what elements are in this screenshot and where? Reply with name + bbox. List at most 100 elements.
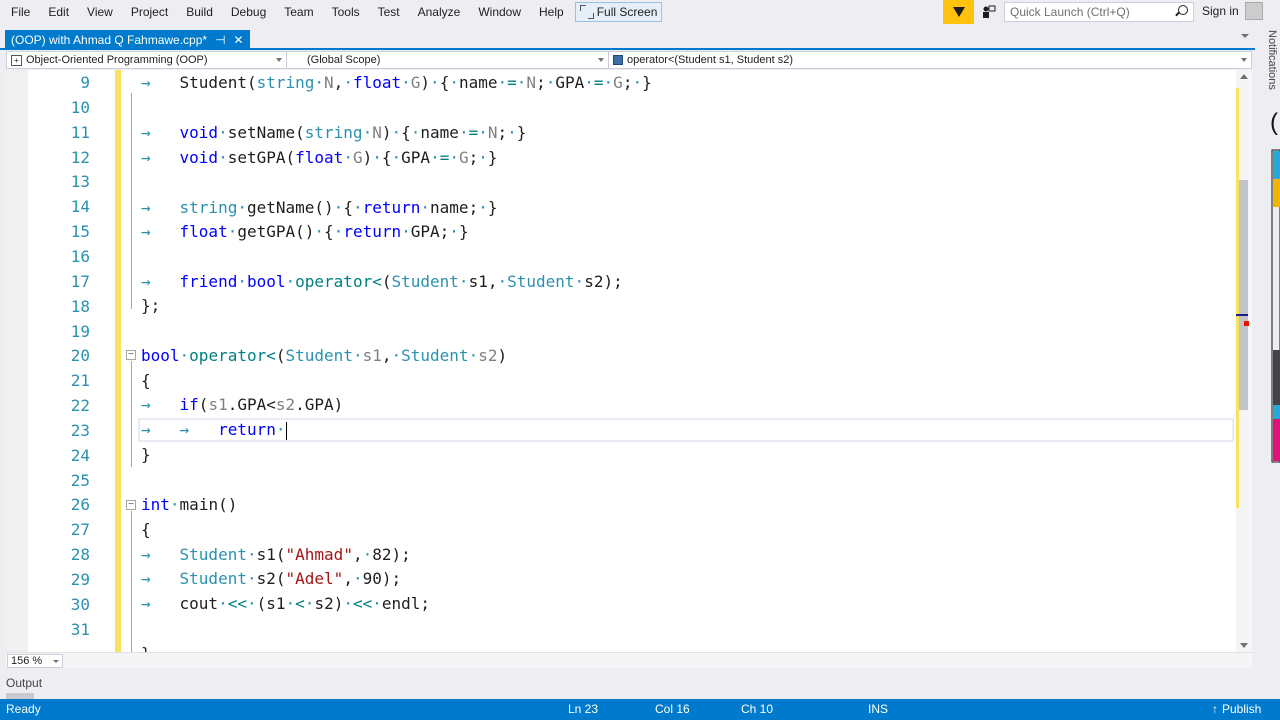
menu-team[interactable]: Team [275, 1, 322, 23]
line-number: 21 [70, 371, 90, 390]
menu-file[interactable]: File [2, 1, 39, 23]
filter-icon [952, 7, 965, 17]
line-number: 31 [70, 620, 90, 639]
sign-in-link[interactable]: Sign in [1202, 4, 1239, 18]
code-line: } [141, 641, 151, 652]
code-line: { [141, 520, 151, 539]
avatar[interactable] [1245, 2, 1263, 20]
line-number: 20 [70, 346, 90, 365]
code-line: → Student·s1("Ahmad",·82); [141, 545, 411, 564]
indicator-margin [6, 70, 28, 652]
document-tab[interactable]: (OOP) with Ahmad Q Fahmawe.cpp* ⊣ ✕ [5, 30, 250, 50]
line-number: 22 [70, 396, 90, 415]
output-panel-title[interactable]: Output [6, 676, 42, 690]
menu-build[interactable]: Build [177, 1, 222, 23]
menu-window[interactable]: Window [469, 1, 530, 23]
code-line: → void·setName(string·N)·{·name·=·N;·} [141, 123, 527, 142]
pin-icon[interactable]: ⊣ [215, 33, 225, 47]
project-icon: + [11, 54, 22, 66]
line-number: 17 [70, 272, 90, 291]
code-line: { [141, 371, 151, 390]
notifications-panel-tab[interactable]: Notifications [1258, 30, 1278, 120]
thumbnail-strip: ( [1270, 110, 1280, 463]
outline-guide [131, 361, 132, 467]
publish-button[interactable]: ↑ Publish [1212, 702, 1261, 716]
feedback-icon[interactable] [982, 5, 996, 19]
status-insert-mode: INS [868, 702, 889, 716]
code-line: → Student(string·N,·float·G)·{·name·=·N;… [141, 73, 652, 92]
collapse-toggle-operator[interactable]: − [126, 350, 136, 360]
tab-overflow-dropdown-icon[interactable] [1241, 34, 1249, 38]
code-line: → → return· [141, 420, 287, 440]
scroll-down-icon[interactable] [1240, 643, 1248, 648]
line-number: 26 [70, 495, 90, 514]
line-number: 18 [70, 297, 90, 316]
line-number: 9 [80, 73, 90, 92]
outline-guide [131, 511, 132, 652]
vertical-scrollbar[interactable] [1236, 70, 1252, 652]
status-ready: Ready [6, 702, 41, 716]
code-editor[interactable]: 9 10 11 12 13 14 15 16 17 18 19 20 21 22 23 24 25 26 27 28 2… [6, 70, 1252, 652]
menu-view[interactable]: View [78, 1, 122, 23]
code-line: → Student·s2("Adel",·90); [141, 569, 402, 588]
caret-position-marker [1236, 314, 1248, 316]
scope-dropdown[interactable]: (Global Scope) [287, 52, 609, 68]
code-line: → void·setGPA(float·G)·{·GPA·=·G;·} [141, 148, 498, 167]
scope-dropdown-value: (Global Scope) [307, 54, 381, 66]
collapse-toggle-main[interactable]: − [126, 500, 136, 510]
line-number: 14 [70, 197, 90, 216]
line-number: 29 [70, 570, 90, 589]
scrollbar-thumb[interactable] [1239, 180, 1248, 410]
publish-label: Publish [1222, 702, 1262, 716]
menu-project[interactable]: Project [122, 1, 177, 23]
line-number: 23 [70, 421, 90, 440]
code-line: → string·getName()·{·return·name;·} [141, 198, 498, 217]
line-number: 19 [70, 322, 90, 341]
code-line: → cout·<<·(s1·<·s2)·<<·endl; [141, 594, 431, 613]
menu-debug[interactable]: Debug [222, 1, 275, 23]
member-function-icon [613, 55, 623, 65]
document-tab-title: (OOP) with Ahmad Q Fahmawe.cpp* [11, 33, 208, 47]
arrow-up-icon: ↑ [1212, 702, 1218, 716]
line-number: 13 [70, 172, 90, 191]
code-line: → float·getGPA()·{·return·GPA;·} [141, 222, 469, 241]
line-number: 10 [70, 98, 90, 117]
code-line: bool·operator<(Student·s1,·Student·s2) [141, 346, 508, 365]
status-column: Col 16 [655, 702, 690, 716]
code-line: }; [141, 296, 161, 315]
status-line: Ln 23 [568, 702, 599, 716]
status-bar: Ready Ln 23 Col 16 Ch 10 INS ↑ Publish [0, 699, 1280, 720]
svg-text:(: ( [1270, 110, 1278, 136]
menu-edit[interactable]: Edit [39, 1, 78, 23]
line-number: 24 [70, 446, 90, 465]
menu-tools[interactable]: Tools [323, 1, 369, 23]
chevron-down-icon [1241, 58, 1247, 62]
close-icon[interactable]: ✕ [234, 33, 244, 47]
line-number: 15 [70, 222, 90, 241]
project-dropdown-value: Object-Oriented Programming (OOP) [26, 54, 208, 66]
line-number: 11 [70, 123, 90, 142]
change-tracking-bar [115, 70, 121, 652]
line-number: 28 [70, 545, 90, 564]
feedback-filter-button[interactable] [943, 0, 974, 24]
menu-help[interactable]: Help [530, 1, 573, 23]
menu-test[interactable]: Test [369, 1, 409, 23]
menu-analyze[interactable]: Analyze [409, 1, 470, 23]
status-char: Ch 10 [741, 702, 774, 716]
document-tab-strip: (OOP) with Ahmad Q Fahmawe.cpp* ⊣ ✕ [0, 30, 1255, 50]
full-screen-label: Full Screen [596, 5, 658, 19]
member-dropdown[interactable]: operator<(Student s1, Student s2) [609, 52, 1251, 68]
zoom-level-dropdown[interactable]: 156 % [7, 654, 63, 668]
full-screen-button[interactable]: Full Screen [574, 2, 663, 22]
line-number: 16 [70, 247, 90, 266]
text-caret [285, 421, 287, 440]
chevron-down-icon [598, 58, 604, 62]
quick-launch-input[interactable]: Quick Launch (Ctrl+Q) [1004, 2, 1194, 22]
current-line-highlight [138, 418, 1234, 442]
line-number: 30 [70, 595, 90, 614]
code-line: → friend·bool·operator<(Student·s1,·Stud… [141, 272, 623, 291]
scroll-up-icon[interactable] [1240, 74, 1248, 79]
project-dropdown[interactable]: + Object-Oriented Programming (OOP) [7, 52, 287, 68]
code-line: int·main() [141, 495, 238, 514]
outline-guide [131, 93, 132, 309]
